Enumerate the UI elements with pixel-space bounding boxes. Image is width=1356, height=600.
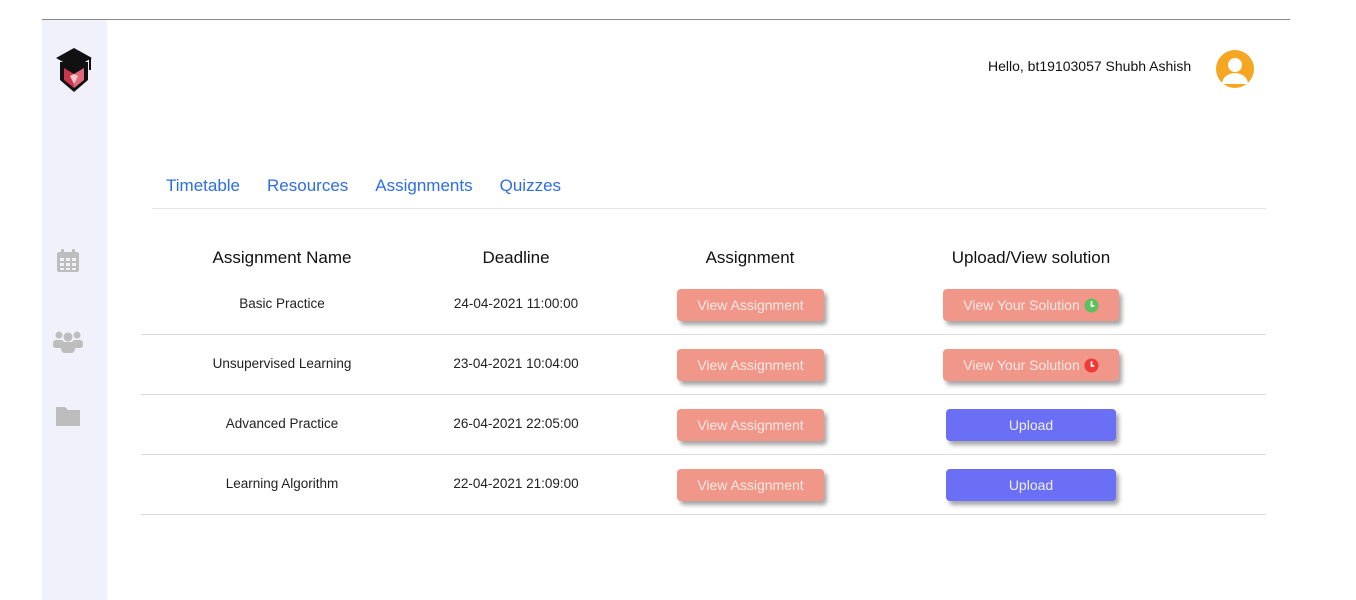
course-tabs: Timetable Resources Assignments Quizzes <box>166 176 588 196</box>
view-assignment-button[interactable]: View Assignment <box>677 469 824 501</box>
folder-icon[interactable] <box>55 402 81 428</box>
view-solution-button[interactable]: View Your Solution <box>943 289 1119 321</box>
assignment-deadline: 26-04-2021 22:05:00 <box>453 416 579 431</box>
view-assignment-label: View Assignment <box>697 417 804 433</box>
view-assignment-label: View Assignment <box>697 357 804 373</box>
assignment-name: Basic Practice <box>239 296 325 311</box>
user-avatar[interactable] <box>1216 50 1254 88</box>
view-assignment-label: View Assignment <box>697 477 804 493</box>
view-solution-label: View Your Solution <box>963 357 1080 373</box>
user-greeting: Hello, bt19103057 Shubh Ashish <box>988 58 1192 74</box>
row-divider <box>141 334 1266 335</box>
top-divider <box>42 19 1290 20</box>
view-assignment-button[interactable]: View Assignment <box>677 409 824 441</box>
tab-timetable[interactable]: Timetable <box>166 176 240 196</box>
upload-button[interactable]: Upload <box>946 469 1116 501</box>
upload-label: Upload <box>1008 417 1054 433</box>
view-assignment-label: View Assignment <box>697 297 804 313</box>
header-assignment-name: Assignment Name <box>212 248 352 267</box>
row-divider <box>141 394 1266 395</box>
user-avatar-icon <box>1222 58 1248 84</box>
header-upload-view-solution: Upload/View solution <box>951 248 1111 267</box>
tab-quizzes[interactable]: Quizzes <box>500 176 561 196</box>
header-assignment: Assignment <box>705 248 795 267</box>
tab-assignments[interactable]: Assignments <box>375 176 472 196</box>
assignment-name: Advanced Practice <box>225 416 339 431</box>
users-icon[interactable] <box>53 328 83 354</box>
tabs-divider <box>152 208 1266 209</box>
assignment-deadline: 24-04-2021 11:00:00 <box>453 296 579 311</box>
sidebar <box>42 20 107 600</box>
upload-button[interactable]: Upload <box>946 409 1116 441</box>
header-deadline: Deadline <box>482 248 550 267</box>
assignment-deadline: 23-04-2021 10:04:00 <box>453 356 579 371</box>
graduation-cap-logo <box>56 48 92 92</box>
clock-late-icon <box>1084 357 1099 373</box>
view-assignment-button[interactable]: View Assignment <box>677 289 824 321</box>
view-assignment-button[interactable]: View Assignment <box>677 349 824 381</box>
assignment-name: Learning Algorithm <box>225 476 339 491</box>
assignment-name: Unsupervised Learning <box>212 356 352 371</box>
upload-label: Upload <box>1008 477 1054 493</box>
tab-resources[interactable]: Resources <box>267 176 348 196</box>
view-solution-button[interactable]: View Your Solution <box>943 349 1119 381</box>
row-divider <box>141 514 1266 515</box>
view-solution-label: View Your Solution <box>963 297 1080 313</box>
clock-on-time-icon <box>1084 297 1099 313</box>
calendar-icon[interactable] <box>55 248 81 274</box>
row-divider <box>141 454 1266 455</box>
assignment-deadline: 22-04-2021 21:09:00 <box>453 476 579 491</box>
